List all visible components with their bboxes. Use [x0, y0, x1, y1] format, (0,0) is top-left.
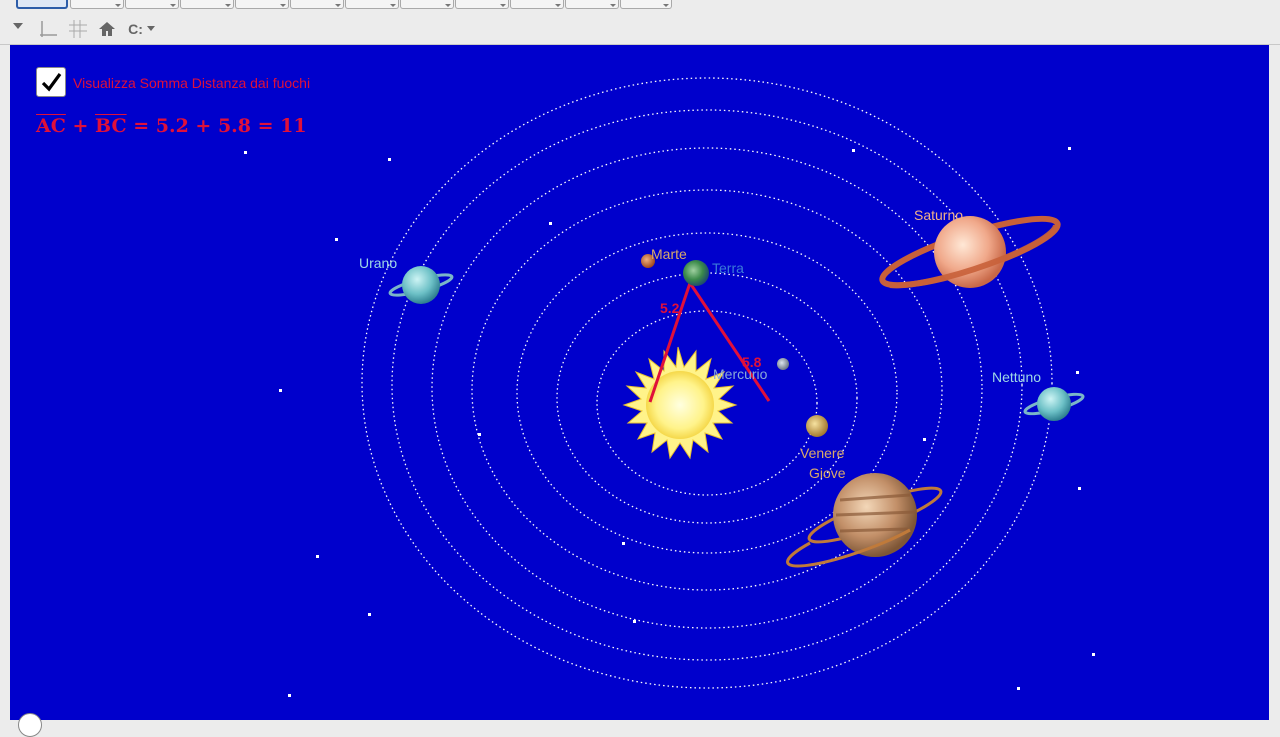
chevron-down-icon [146, 26, 155, 31]
jupiter-icon[interactable] [786, 473, 946, 568]
tool-extra-button[interactable] [620, 0, 672, 9]
tool-polygon-button[interactable] [235, 0, 289, 9]
chevron-down-icon [335, 4, 341, 7]
uranus-icon[interactable] [388, 266, 454, 304]
saturn-icon[interactable] [877, 206, 1063, 297]
sun-icon [622, 346, 738, 460]
tool-zoom-button[interactable] [565, 0, 619, 9]
show-sum-label[interactable]: Visualizza Somma Distanza dai fuochi [73, 75, 310, 91]
segment-ac: AC [36, 115, 66, 137]
jupiter-label: Giove [809, 465, 846, 481]
grid-toggle-icon[interactable] [66, 19, 90, 39]
chevron-down-icon [555, 4, 561, 7]
chevron-down-icon [280, 4, 286, 7]
venus-icon[interactable] [806, 415, 828, 437]
label-style-dropdown[interactable]: C: [122, 19, 162, 39]
tool-angle-button[interactable] [400, 0, 454, 9]
toolbar [0, 0, 1280, 14]
neptune-label: Nettuno [992, 369, 1042, 385]
solar-system-scene [244, 77, 1095, 697]
segment-bc: BC [95, 115, 127, 137]
tool-move-button[interactable] [16, 0, 68, 9]
mercury-icon[interactable] [777, 358, 789, 370]
chevron-down-icon [663, 4, 669, 7]
tool-reflect-button[interactable] [455, 0, 509, 9]
uranus-label: Urano [359, 255, 398, 271]
chevron-down-icon [445, 4, 451, 7]
graphics-view[interactable]: Visualizza Somma Distanza dai fuochi AC … [10, 45, 1269, 720]
formula-result: = 5.2 + 5.8 = 11 [133, 115, 307, 137]
chevron-down-icon [170, 4, 176, 7]
distance-sum-formula: AC + BC = 5.2 + 5.8 = 11 [36, 115, 307, 137]
show-sum-checkbox[interactable] [36, 67, 66, 97]
distance-label-ac: 5.2 [660, 300, 680, 316]
tool-slider-button[interactable] [510, 0, 564, 9]
saturn-label: Saturno [914, 207, 964, 223]
mercury-label: Mercurio [713, 366, 768, 382]
plus-sign: + [72, 115, 89, 137]
earth-icon[interactable] [683, 260, 709, 286]
chevron-down-icon [390, 4, 396, 7]
tool-point-button[interactable] [70, 0, 124, 9]
venus-label: Venere [800, 445, 845, 461]
chevron-down-icon [610, 4, 616, 7]
stylebar-toggle-icon[interactable] [10, 16, 26, 36]
axes-toggle-icon[interactable] [36, 19, 60, 39]
chevron-down-icon [115, 4, 121, 7]
check-icon [41, 73, 62, 92]
earth-label: Terra [712, 260, 744, 276]
mars-label: Marte [651, 246, 687, 262]
tool-perpendicular-button[interactable] [180, 0, 234, 9]
tool-circle-button[interactable] [290, 0, 344, 9]
style-bar: C: [0, 14, 1280, 45]
tool-ellipse-button[interactable] [345, 0, 399, 9]
neptune-icon[interactable] [1023, 387, 1085, 421]
label-style-value: C: [128, 21, 143, 37]
home-icon[interactable] [96, 19, 118, 39]
chevron-down-icon [225, 4, 231, 7]
applet-control-icon[interactable] [18, 713, 42, 737]
chevron-down-icon [500, 4, 506, 7]
tool-line-button[interactable] [125, 0, 179, 9]
